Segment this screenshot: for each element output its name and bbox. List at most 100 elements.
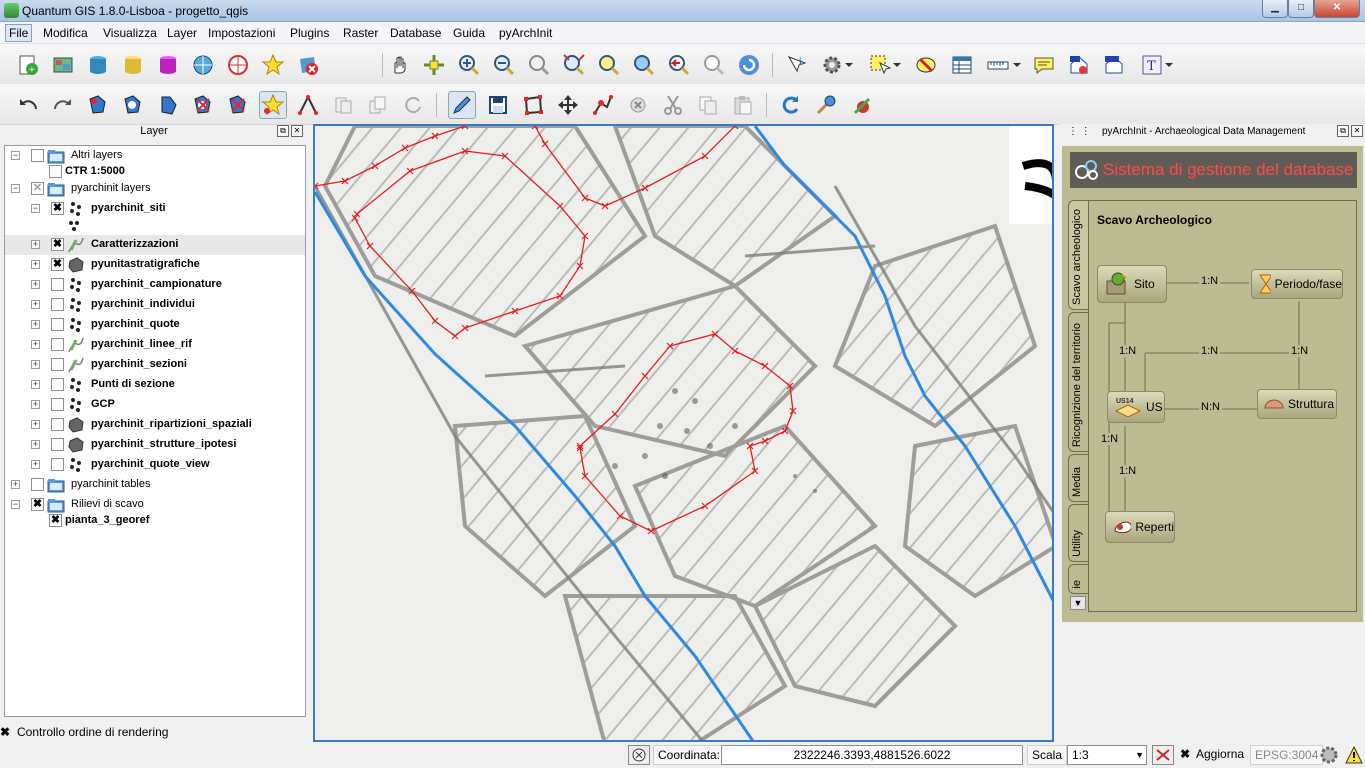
rotate-icon[interactable] (777, 91, 805, 119)
map-canvas[interactable] (313, 124, 1054, 742)
layer-row[interactable]: + pyarchinit_campionature (5, 275, 305, 295)
menu-database[interactable]: Database (390, 26, 441, 40)
layer-row[interactable]: + ✖ pyunitastratigrafiche (5, 255, 305, 275)
scale-select[interactable]: 1:3 ▼ (1067, 745, 1147, 765)
layer-row[interactable]: + pyarchinit_individui (5, 295, 305, 315)
delete-part-icon[interactable] (224, 91, 252, 119)
layer-row[interactable]: + pyarchinit_quote (5, 315, 305, 335)
expand-toggle-icon[interactable]: + (31, 460, 40, 469)
layer-row[interactable]: + pyarchinit_sezioni (5, 355, 305, 375)
layer-row[interactable]: + pyarchinit_strutture_ipotesi (5, 435, 305, 455)
layer-row[interactable]: − ✖ pyarchinit_siti (5, 199, 305, 219)
entity-sito-button[interactable]: Sito (1097, 265, 1167, 303)
entity-periodo-button[interactable]: Periodo/fase (1251, 269, 1343, 299)
expand-toggle-icon[interactable]: + (31, 440, 40, 449)
zoom-to-selection-icon[interactable] (595, 51, 623, 79)
move-feature-icon[interactable] (554, 91, 582, 119)
zoom-last-icon[interactable] (665, 51, 693, 79)
merge-features-icon[interactable] (329, 91, 357, 119)
layer-visibility-checkbox[interactable]: ✖ (49, 514, 62, 527)
dropdown-arrow-icon[interactable] (1162, 51, 1176, 79)
tab-media[interactable]: Media (1068, 454, 1088, 502)
stop-render-icon[interactable] (1152, 745, 1174, 765)
map-tips-icon[interactable] (1030, 51, 1058, 79)
render-order-control[interactable]: ✖ Controllo ordine di rendering (0, 724, 300, 742)
add-wfs-icon[interactable] (224, 51, 252, 79)
maximize-button[interactable]: □ (1288, 0, 1314, 18)
add-postgis-icon[interactable] (84, 51, 112, 79)
menu-impostazioni[interactable]: Impostazioni (208, 26, 275, 40)
identify-icon[interactable]: i (783, 51, 811, 79)
layer-visibility-checkbox[interactable] (51, 398, 64, 411)
menu-layer[interactable]: Layer (167, 26, 197, 40)
menu-pyarchinit[interactable]: pyArchInit (499, 26, 552, 40)
zoom-to-layer-icon[interactable] (630, 51, 658, 79)
add-raster-icon[interactable] (49, 51, 77, 79)
dock-grip[interactable]: ⋮ ⋮ (1068, 126, 1091, 137)
pan-hand-icon[interactable] (386, 51, 414, 79)
float-dock-button[interactable]: ⧉ (1337, 125, 1349, 137)
layer-visibility-checkbox[interactable]: ✖ (51, 202, 64, 215)
layer-visibility-checkbox[interactable] (51, 298, 64, 311)
refresh-icon[interactable] (735, 51, 763, 79)
deselect-icon[interactable] (912, 51, 940, 79)
expand-toggle-icon[interactable]: + (31, 240, 40, 249)
cut-features-icon[interactable] (659, 91, 687, 119)
refresh-checkbox[interactable]: ✖ (1180, 747, 1190, 761)
layer-row[interactable]: ✖ pianta_3_georef (5, 511, 305, 531)
layer-visibility-checkbox[interactable]: ✕ (31, 182, 44, 195)
menu-file[interactable]: File (5, 24, 33, 42)
close-panel-button[interactable]: ✕ (291, 125, 303, 137)
layer-row[interactable]: − ✕ pyarchinit layers (5, 179, 305, 199)
layer-visibility-checkbox[interactable] (31, 478, 44, 491)
entity-reperti-button[interactable]: Reperti (1105, 511, 1175, 543)
menu-guida[interactable]: Guida (453, 26, 485, 40)
toggle-editing-icon[interactable] (448, 91, 476, 119)
node-tool-icon[interactable] (259, 91, 287, 119)
layer-row[interactable]: + pyarchinit_linee_rif (5, 335, 305, 355)
entity-struttura-button[interactable]: Struttura (1257, 389, 1337, 419)
expand-toggle-icon[interactable]: + (31, 300, 40, 309)
zoom-next-icon[interactable] (700, 51, 728, 79)
dropdown-arrow-icon[interactable] (842, 51, 856, 79)
copy-features-icon[interactable] (694, 91, 722, 119)
undo-icon[interactable] (14, 91, 42, 119)
expand-toggle-icon[interactable]: + (31, 380, 40, 389)
merge-attributes-icon[interactable] (364, 91, 392, 119)
tab-ricognizione[interactable]: Ricognizione del territorio (1068, 312, 1088, 452)
layer-visibility-checkbox[interactable] (51, 458, 64, 471)
layer-row[interactable]: + ✖ Caratterizzazioni (5, 235, 305, 255)
expand-toggle-icon[interactable]: − (11, 184, 20, 193)
expand-toggle-icon[interactable]: + (31, 360, 40, 369)
pan-to-selection-icon[interactable] (420, 51, 448, 79)
tab-utility[interactable]: Utility (1068, 504, 1088, 562)
crs-status[interactable]: EPSG:3004 (1250, 745, 1324, 765)
zoom-full-icon[interactable] (560, 51, 588, 79)
simplify-feature-icon[interactable] (84, 91, 112, 119)
expand-toggle-icon[interactable]: + (31, 400, 40, 409)
render-order-checkbox[interactable]: ✖ (0, 725, 13, 739)
layer-visibility-checkbox[interactable] (51, 318, 64, 331)
layer-visibility-checkbox[interactable]: ✖ (31, 498, 44, 511)
measure-line-icon[interactable] (984, 51, 1012, 79)
tab-scavo-archeologico[interactable]: Scavo archeologico (1068, 200, 1088, 310)
split-features-icon[interactable] (294, 91, 322, 119)
remove-layer-icon[interactable] (294, 51, 322, 79)
save-edits-icon[interactable] (484, 91, 512, 119)
new-project-icon[interactable]: + (14, 51, 42, 79)
dropdown-arrow-icon[interactable] (890, 51, 904, 79)
mouse-coords-toggle-icon[interactable] (628, 745, 650, 765)
warning-icon[interactable] (1344, 745, 1364, 765)
add-mssql-icon[interactable] (154, 51, 182, 79)
new-bookmark-icon[interactable] (1065, 51, 1093, 79)
close-button[interactable]: ✕ (1314, 0, 1360, 18)
zoom-in-icon[interactable] (455, 51, 483, 79)
float-panel-button[interactable]: ⧉ (277, 125, 289, 137)
layer-row[interactable]: + pyarchinit_ripartizioni_spaziali (5, 415, 305, 435)
menu-modifica[interactable]: Modifica (43, 26, 88, 40)
minimize-button[interactable]: ▁ (1262, 0, 1288, 18)
capture-polygon-icon[interactable] (519, 91, 547, 119)
expand-toggle-icon[interactable]: − (31, 204, 40, 213)
layer-visibility-checkbox[interactable] (51, 438, 64, 451)
layer-visibility-checkbox[interactable] (51, 378, 64, 391)
